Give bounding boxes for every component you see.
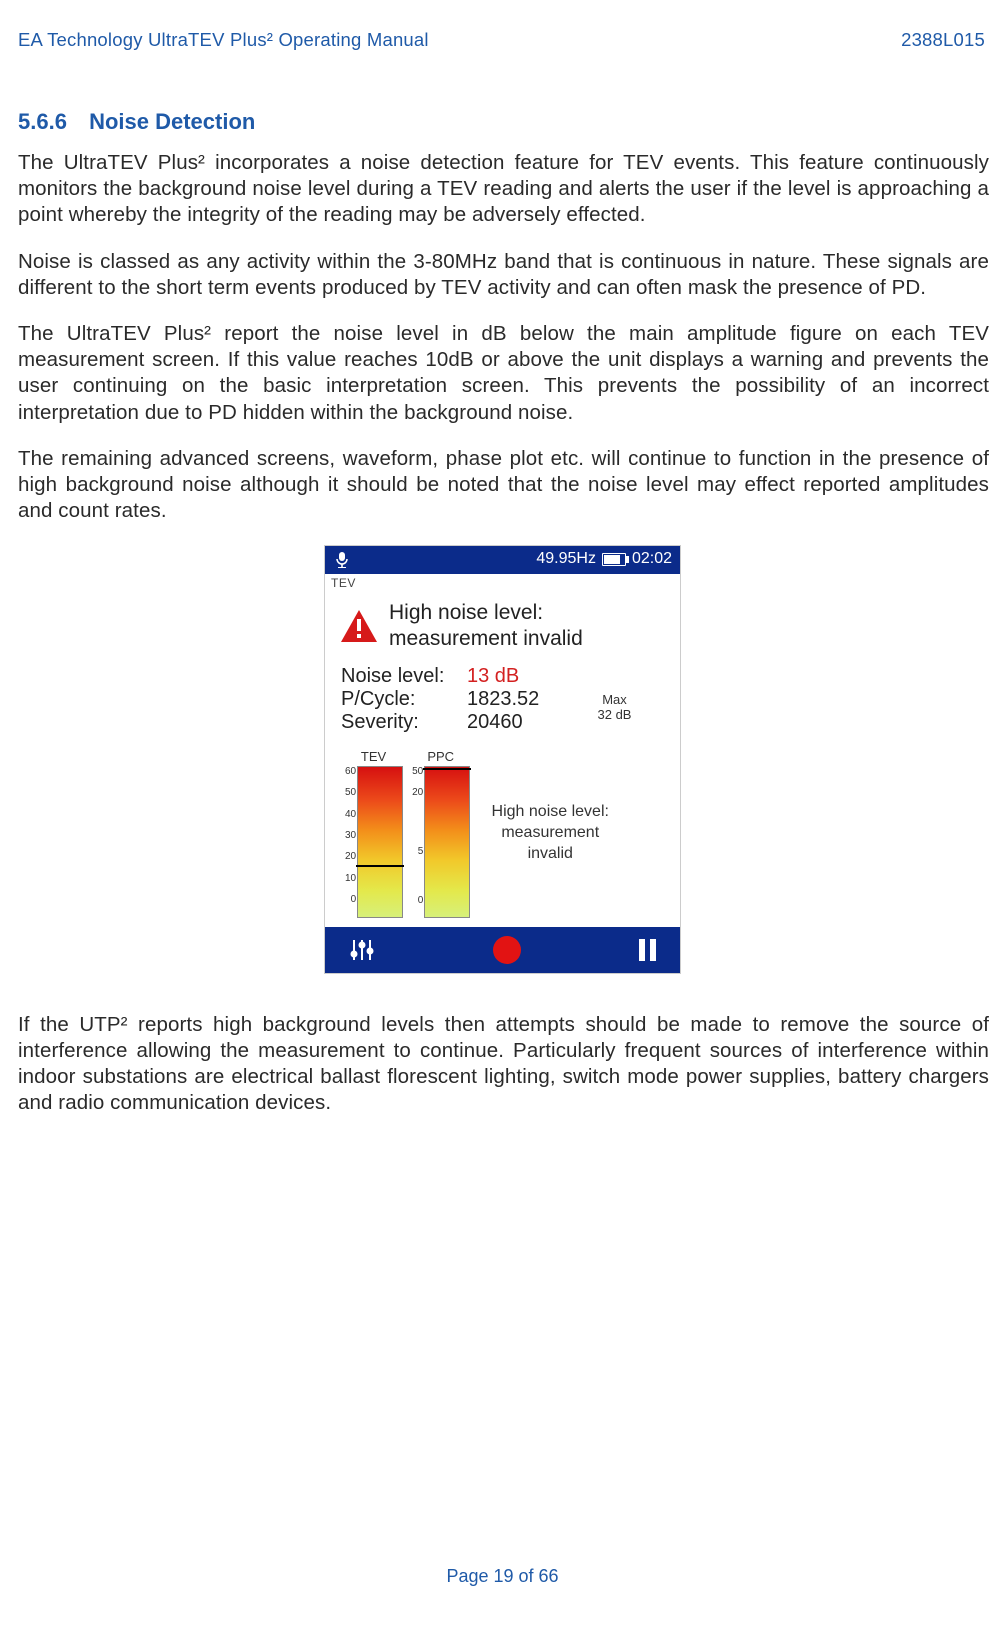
battery-icon <box>602 553 626 566</box>
ppc-bar <box>425 767 469 917</box>
max-value: 32 dB <box>598 707 632 722</box>
paragraph-2: Noise is classed as any activity within … <box>18 249 989 301</box>
severity-label: Severity: <box>341 711 461 734</box>
severity-value: 20460 <box>467 711 557 734</box>
noise-label: Noise level: <box>341 665 461 688</box>
pause-icon[interactable] <box>639 939 656 961</box>
readings-grid: Noise level: 13 dB P/Cycle: 1823.52 Max … <box>325 665 680 744</box>
bar-noise-message: High noise level: measurement invalid <box>485 802 615 864</box>
section-number: 5.6.6 <box>18 108 67 136</box>
max-label: Max <box>602 692 627 707</box>
header-left: EA Technology UltraTEV Plus² Operating M… <box>18 28 429 52</box>
device-screenshot: 49.95Hz 02:02 TEV High noise level: meas… <box>324 545 681 974</box>
page-footer: Page 19 of 66 <box>0 1565 1005 1588</box>
running-header: EA Technology UltraTEV Plus² Operating M… <box>14 28 991 52</box>
tev-marker <box>356 865 404 867</box>
section-title: Noise Detection <box>89 109 255 134</box>
bar-charts: TEV 60 50 40 30 20 10 0 <box>325 744 680 927</box>
ppc-bar-block: PPC 50 20 5 0 <box>412 750 469 917</box>
document-page: EA Technology UltraTEV Plus² Operating M… <box>0 0 1005 1634</box>
ppc-bar-title: PPC <box>427 750 454 765</box>
sliders-icon[interactable] <box>349 937 375 963</box>
warning-text: High noise level: measurement invalid <box>389 600 583 650</box>
warning-triangle-icon <box>339 608 379 644</box>
tev-bar-title: TEV <box>361 750 386 765</box>
device-bottom-bar <box>325 927 680 973</box>
warning-banner: High noise level: measurement invalid <box>325 600 680 664</box>
device-status-bar: 49.95Hz 02:02 <box>325 546 680 574</box>
tev-bar-block: TEV 60 50 40 30 20 10 0 <box>345 750 402 917</box>
paragraph-4: The remaining advanced screens, waveform… <box>18 446 989 525</box>
tev-ticks: 60 50 40 30 20 10 0 <box>345 767 356 917</box>
paragraph-1: The UltraTEV Plus² incorporates a noise … <box>18 150 989 229</box>
record-icon[interactable] <box>493 936 521 964</box>
ppc-ticks: 50 20 5 0 <box>412 767 423 917</box>
status-frequency: 49.95Hz <box>536 550 596 568</box>
paragraph-5: If the UTP² reports high background leve… <box>18 1012 989 1117</box>
header-right: 2388L015 <box>901 28 985 52</box>
pcycle-label: P/Cycle: <box>341 688 461 711</box>
paragraph-3: The UltraTEV Plus² report the noise leve… <box>18 321 989 426</box>
tev-bar <box>358 767 402 917</box>
warning-line1: High noise level: <box>389 601 543 624</box>
status-time: 02:02 <box>632 550 672 568</box>
section-heading: 5.6.6 Noise Detection <box>18 108 991 136</box>
noise-value: 13 dB <box>467 665 557 688</box>
mic-icon <box>333 551 351 569</box>
max-box: Max 32 dB <box>563 688 666 723</box>
warning-line2: measurement invalid <box>389 627 583 650</box>
mode-tab: TEV <box>325 574 680 601</box>
ppc-marker <box>423 768 471 770</box>
pcycle-value: 1823.52 <box>467 688 557 711</box>
